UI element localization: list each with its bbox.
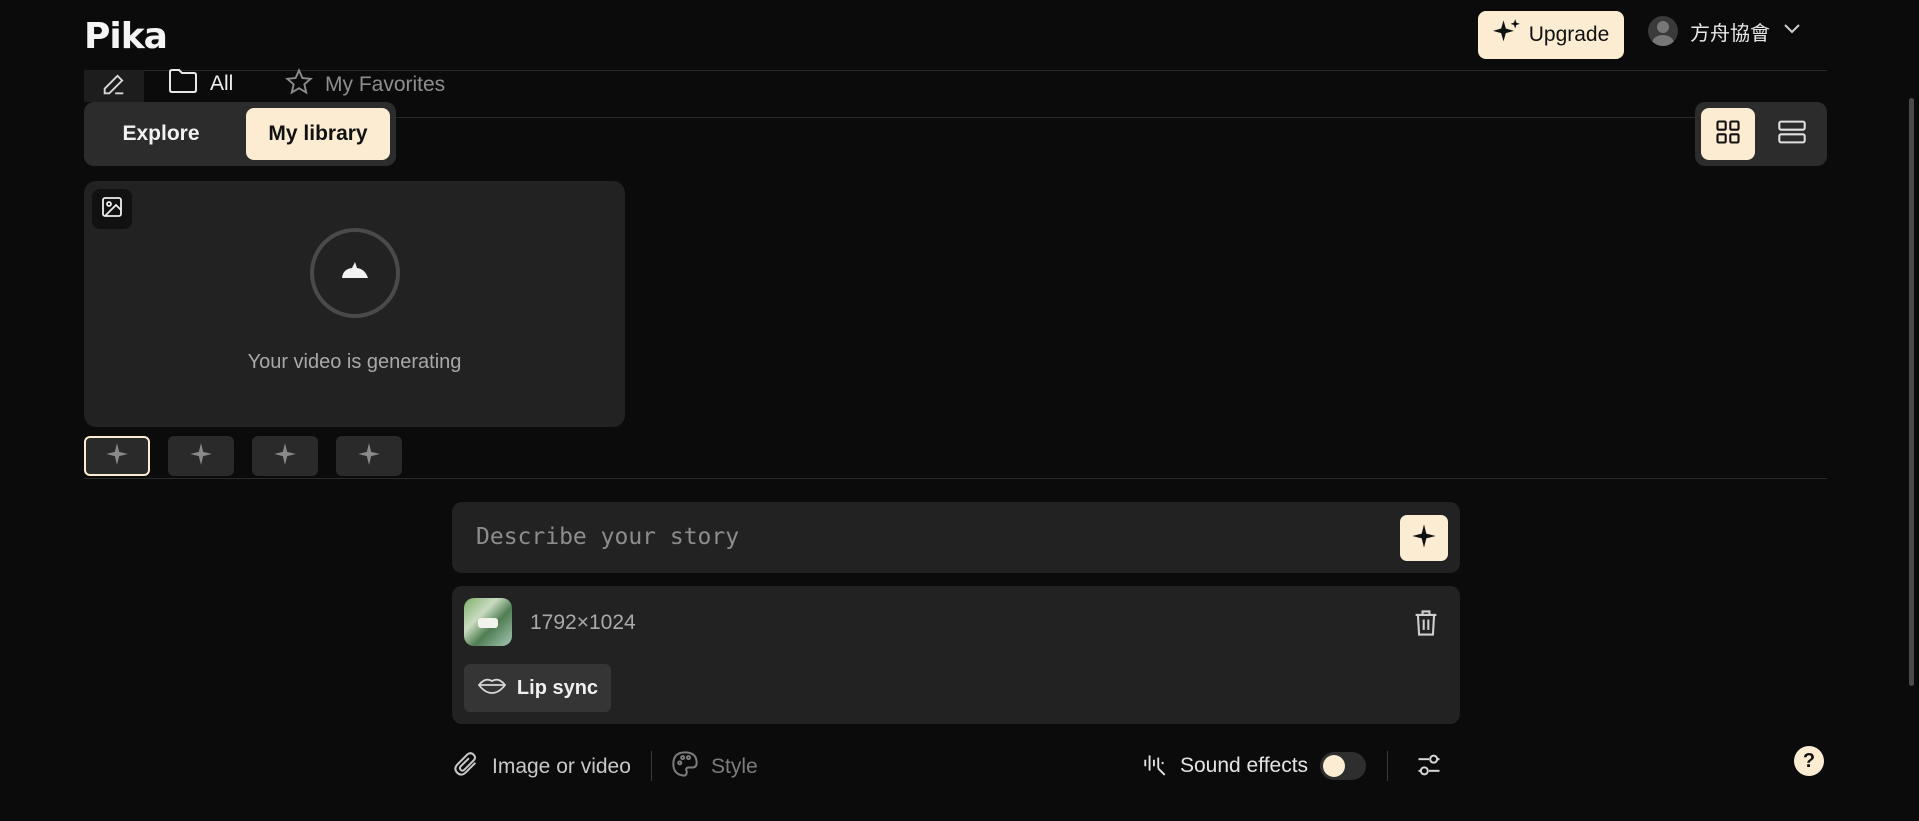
sparkle-icon <box>1492 18 1521 52</box>
advanced-settings-button[interactable] <box>1415 751 1443 784</box>
user-menu[interactable]: 方舟協會 <box>1648 16 1802 46</box>
page-scrollbar[interactable] <box>1909 98 1914 686</box>
filter-divider <box>396 117 1827 118</box>
pika-logo[interactable]: Pika <box>84 16 168 57</box>
sparkle-icon <box>356 441 382 472</box>
loading-spinner <box>310 228 400 318</box>
chevron-down-icon <box>1782 18 1802 44</box>
image-icon <box>100 195 124 224</box>
variation-thumb-1[interactable] <box>84 436 150 476</box>
tab-explore[interactable]: Explore <box>94 108 228 160</box>
view-toggle <box>1695 102 1827 166</box>
style-label: Style <box>711 755 758 778</box>
grid-view-button[interactable] <box>1701 108 1755 160</box>
style-button[interactable]: Style <box>671 750 758 784</box>
audio-wave-icon <box>1142 750 1168 782</box>
pencil-icon <box>100 70 128 103</box>
folder-icon <box>168 68 198 100</box>
variation-thumb-4[interactable] <box>336 436 402 476</box>
sparkle-icon <box>188 441 214 472</box>
library-switch: Explore My library <box>84 102 396 166</box>
palette-icon <box>671 750 699 784</box>
sliders-icon <box>1415 754 1443 783</box>
image-or-video-label: Image or video <box>492 755 631 778</box>
sound-effects-control: Sound effects <box>1142 750 1367 782</box>
sound-effects-label: Sound effects <box>1180 754 1309 777</box>
variation-thumb-2[interactable] <box>168 436 234 476</box>
sparkle-icon <box>272 441 298 472</box>
paperclip-icon <box>452 750 480 784</box>
edit-tab[interactable] <box>84 70 144 102</box>
image-type-badge <box>92 189 132 229</box>
delete-attachment-button[interactable] <box>1412 608 1440 643</box>
list-view-button[interactable] <box>1763 108 1821 160</box>
video-generating-card[interactable]: Your video is generating <box>84 181 625 427</box>
content-divider <box>84 478 1827 479</box>
image-or-video-button[interactable]: Image or video <box>452 750 631 784</box>
lips-icon <box>477 675 507 701</box>
lip-sync-button[interactable]: Lip sync <box>464 664 611 712</box>
help-button[interactable]: ? <box>1794 746 1824 776</box>
generating-status: Your video is generating <box>247 351 462 373</box>
rows-icon <box>1777 118 1807 151</box>
filter-all[interactable]: All <box>168 68 233 100</box>
avatar <box>1648 16 1678 46</box>
filter-all-label: All <box>210 72 234 95</box>
filter-favorites[interactable]: My Favorites <box>285 68 445 102</box>
star-icon <box>285 68 313 102</box>
sparkle-icon <box>1410 522 1438 555</box>
sparkle-icon <box>104 441 130 472</box>
tab-my-library[interactable]: My library <box>246 108 390 160</box>
rabbit-icon <box>339 260 371 287</box>
variation-thumbnails <box>84 436 402 476</box>
username: 方舟協會 <box>1690 22 1770 45</box>
toolbar-separator <box>1387 751 1388 781</box>
prompt-input[interactable]: Describe your story <box>476 524 739 550</box>
upgrade-button[interactable]: Upgrade <box>1478 11 1624 59</box>
attachment-panel: 1792×1024 Lip sync <box>452 586 1460 724</box>
lip-sync-label: Lip sync <box>516 676 599 699</box>
prompt-box[interactable]: Describe your story <box>452 502 1460 573</box>
trash-icon <box>1412 610 1440 642</box>
sound-effects-toggle[interactable] <box>1320 752 1367 780</box>
attached-image-thumbnail[interactable] <box>464 598 512 646</box>
upgrade-label: Upgrade <box>1528 23 1610 46</box>
image-dimensions: 1792×1024 <box>530 611 636 634</box>
toolbar-separator <box>651 751 652 781</box>
filter-favorites-label: My Favorites <box>325 73 446 96</box>
grid-icon <box>1714 118 1742 151</box>
generate-button[interactable] <box>1400 515 1448 561</box>
variation-thumb-3[interactable] <box>252 436 318 476</box>
